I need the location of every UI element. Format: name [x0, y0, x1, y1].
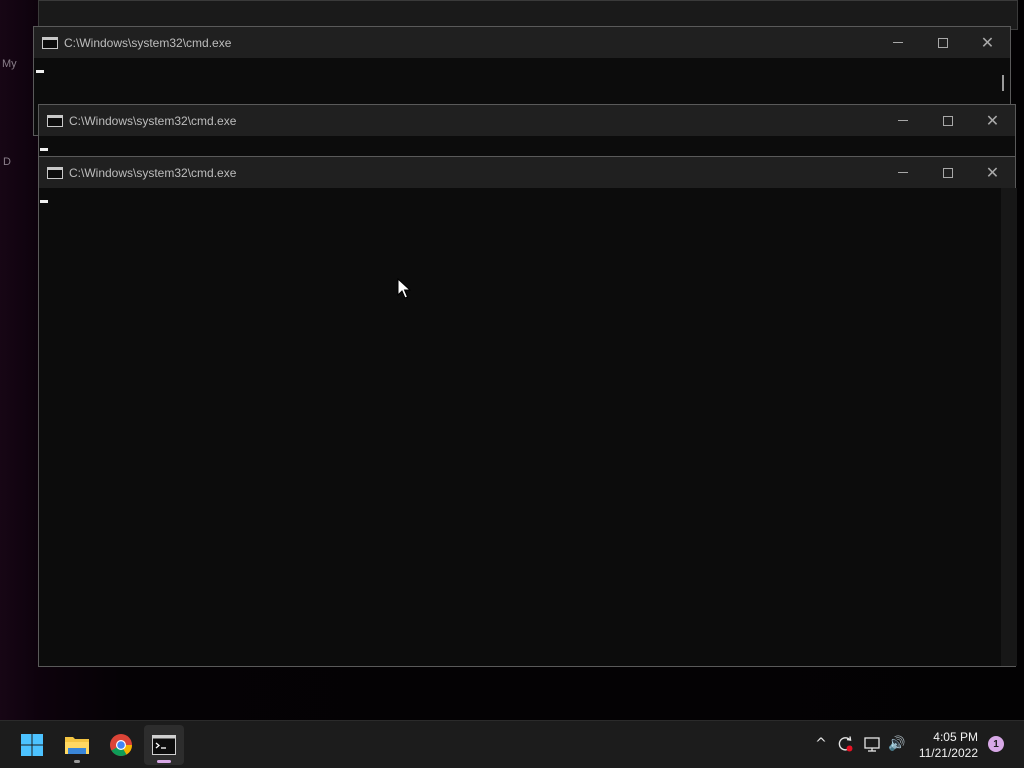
- minimize-icon: [897, 172, 908, 173]
- clock[interactable]: 4:05 PM 11/21/2022: [919, 729, 978, 761]
- clock-time: 4:05 PM: [933, 730, 978, 744]
- scrollbar[interactable]: [1002, 75, 1004, 91]
- folder-icon: [65, 737, 89, 754]
- sync-status-button[interactable]: [835, 734, 855, 754]
- windows-logo-icon: [21, 734, 43, 756]
- text-cursor: [36, 70, 44, 73]
- close-button[interactable]: ✕: [965, 27, 1010, 58]
- network-icon: [864, 737, 880, 752]
- taskbar-chrome[interactable]: [101, 725, 141, 765]
- taskbar-file-explorer[interactable]: [57, 725, 97, 765]
- minimize-button[interactable]: [880, 157, 925, 188]
- scrollbar-track[interactable]: [1001, 188, 1017, 666]
- text-cursor: [40, 200, 48, 203]
- close-icon: ✕: [985, 163, 1000, 182]
- window-title: C:\Windows\system32\cmd.exe: [64, 35, 232, 50]
- close-button[interactable]: ✕: [970, 105, 1015, 136]
- maximize-icon: [942, 167, 953, 178]
- chevron-up-icon: ^: [815, 736, 827, 752]
- minimize-button[interactable]: [875, 27, 920, 58]
- volume-icon: 🔊: [888, 736, 906, 752]
- close-icon: ✕: [980, 33, 995, 52]
- close-icon: ✕: [985, 111, 1000, 130]
- text-cursor: [40, 148, 48, 151]
- network-button[interactable]: [862, 734, 882, 754]
- minimize-icon: [892, 42, 903, 43]
- running-indicator: [74, 760, 80, 763]
- desktop-icon-label[interactable]: D: [3, 156, 11, 168]
- minimize-button[interactable]: [880, 105, 925, 136]
- show-hidden-icons-button[interactable]: ^: [811, 734, 831, 754]
- window-title: C:\Windows\system32\cmd.exe: [69, 113, 237, 128]
- title-bar[interactable]: C:\Windows\system32\cmd.exe ✕: [34, 27, 1010, 58]
- clock-date: 11/21/2022: [918, 746, 978, 760]
- mouse-pointer-icon: [397, 278, 411, 299]
- maximize-icon: [942, 115, 953, 126]
- cmd-icon: [152, 735, 176, 755]
- cmd-app-icon: [47, 114, 63, 127]
- taskbar-command-prompt[interactable]: [144, 725, 184, 765]
- cmd-app-icon: [42, 36, 58, 49]
- maximize-icon: [937, 37, 948, 48]
- start-button[interactable]: [12, 725, 52, 765]
- minimize-icon: [897, 120, 908, 121]
- taskbar: ^ 🔊 4:05 PM 11/21/2022 1: [0, 720, 1024, 768]
- title-bar[interactable]: C:\Windows\system32\cmd.exe ✕: [39, 157, 1015, 188]
- sync-icon: [838, 736, 853, 752]
- maximize-button[interactable]: [925, 105, 970, 136]
- desktop-icon-label[interactable]: My: [2, 58, 17, 70]
- volume-button[interactable]: 🔊: [887, 734, 907, 754]
- notification-badge[interactable]: 1: [988, 736, 1004, 752]
- active-indicator: [157, 760, 171, 763]
- cmd-app-icon: [47, 166, 63, 179]
- cmd-window-3[interactable]: C:\Windows\system32\cmd.exe ✕: [38, 156, 1017, 667]
- window-title: C:\Windows\system32\cmd.exe: [69, 165, 237, 180]
- maximize-button[interactable]: [920, 27, 965, 58]
- close-button[interactable]: ✕: [970, 157, 1015, 188]
- title-bar[interactable]: C:\Windows\system32\cmd.exe ✕: [39, 105, 1015, 136]
- chrome-icon: [110, 734, 132, 756]
- maximize-button[interactable]: [925, 157, 970, 188]
